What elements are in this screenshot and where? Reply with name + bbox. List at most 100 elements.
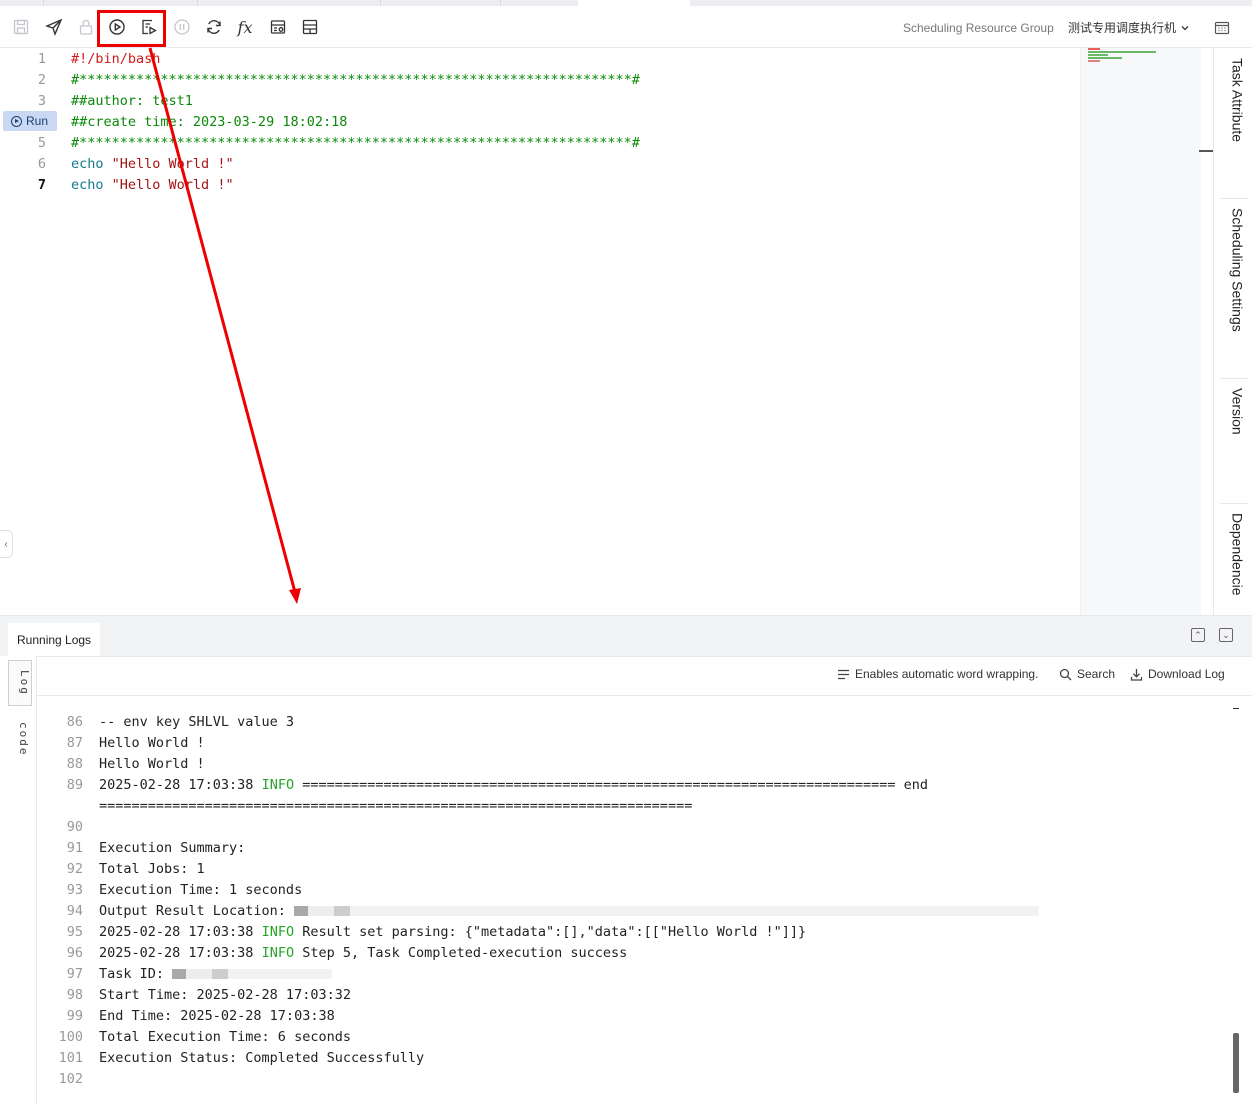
redacted-text [294,906,1040,916]
run-icon[interactable] [107,17,127,37]
code-line: ##author: test1 [71,93,193,109]
code-line: echo "Hello World !" [71,156,234,172]
download-icon [1130,668,1143,681]
log-line-number: 86 [66,714,83,730]
log-line: Execution Summary: [99,840,246,856]
word-wrap-toggle[interactable]: Enables automatic word wrapping. [837,667,1038,681]
tab-running-logs[interactable]: Running Logs [8,623,101,656]
log-line-number: 97 [66,966,83,982]
stop-icon[interactable] [172,17,192,37]
code-line: ##create time: 2023-03-29 18:02:18 [71,114,348,130]
log-message: Step 5, Task Completed-execution success [294,945,628,961]
log-line: 2025-02-28 17:03:38 INFO ===============… [99,777,928,793]
log-line: 2025-02-28 17:03:38 INFO Step 5, Task Co… [99,945,627,961]
download-log-button[interactable]: Download Log [1130,667,1225,681]
code-editor[interactable]: 1 2 3 5 6 7 Run #!/bin/bash #***********… [0,48,1080,615]
running-logs-panel: Running Logs ⌃ ⌄ Log code Enables automa… [0,615,1252,1105]
log-line: Hello World ! [99,756,205,772]
line-number: 6 [37,156,46,172]
tab-task-attribute[interactable]: Task Attribute [1214,58,1252,198]
refresh-icon[interactable] [204,17,224,37]
log-line: -- env key SHLVL value 3 [99,714,295,730]
resource-group-value: 测试专用调度执行机 [1068,21,1177,35]
log-line: End Time: 2025-02-28 17:03:38 [99,1008,335,1024]
run-label: Run [26,114,49,128]
resource-group-select[interactable]: 测试专用调度执行机 [1068,19,1190,36]
log-line-number: 101 [58,1050,83,1066]
table-icon[interactable] [300,17,320,37]
log-scrollbar-thumb[interactable] [1233,1033,1239,1093]
log-line: Output Result Location: [99,903,1040,919]
line-number-current: 7 [37,177,46,193]
log-line-number: 91 [66,840,83,856]
log-line-number: 100 [58,1029,83,1045]
log-line: Total Jobs: 1 [99,861,205,877]
function-icon[interactable]: fx [235,17,255,37]
editor-toolbar: fx Scheduling Resource Group 测试专用调度执行机 [0,6,1252,48]
code-keyword: echo [71,156,104,172]
tab-dependencies[interactable]: Dependencie [1214,513,1252,615]
log-level: INFO [261,777,295,793]
maximize-icon[interactable]: ⌃ [1191,628,1205,642]
wrap-icon [838,669,849,679]
search-label: Search [1077,667,1116,681]
submit-icon[interactable] [44,17,64,37]
chevron-down-icon [1181,25,1189,30]
line-number: 2 [37,72,46,88]
collapse-left-handle[interactable]: ‹ [0,530,13,558]
save-icon[interactable] [11,17,31,37]
right-side-panel: Task Attribute Scheduling Settings Versi… [1213,48,1252,615]
log-message: Output Result Location: [99,903,295,919]
lock-icon[interactable] [76,17,96,37]
log-content[interactable]: 86 -- env key SHLVL value 3 87 Hello Wor… [37,696,1237,1105]
log-line: Start Time: 2025-02-28 17:03:32 [99,987,351,1003]
run-with-params-icon[interactable] [139,17,159,37]
log-line-number: 94 [66,903,83,919]
log-line-number: 89 [66,777,83,793]
log-message: Task ID: [99,966,173,982]
run-line-button[interactable]: Run [3,111,57,131]
word-wrap-label: Enables automatic word wrapping. [855,667,1039,681]
log-line-number: 92 [66,861,83,877]
log-line: Execution Status: Completed Successfully [99,1050,425,1066]
code-line: #***************************************… [71,135,640,151]
log-line: 2025-02-28 17:03:38 INFO Result set pars… [99,924,806,940]
log-line-number: 87 [66,735,83,751]
resource-group-label: Scheduling Resource Group [903,21,1054,35]
format-icon[interactable] [268,17,288,37]
log-line: Hello World ! [99,735,205,751]
download-log-label: Download Log [1148,667,1225,681]
log-line-number: 90 [66,819,83,835]
log-timestamp: 2025-02-28 17:03:38 [99,924,262,940]
log-line-number: 96 [66,945,83,961]
search-icon [1059,668,1072,680]
log-line-number: 93 [66,882,83,898]
log-scrollbar[interactable] [1231,708,1241,1098]
code-line: #***************************************… [71,72,640,88]
log-line: Total Execution Time: 6 seconds [99,1029,351,1045]
editor-scroll-marker [1199,150,1213,152]
log-message: Result set parsing: {"metadata":[],"data… [294,924,807,940]
logs-side-tabs: Log code [0,656,37,1105]
log-line-wrap: ========================================… [99,798,693,814]
log-line: Task ID: [99,966,333,982]
tab-version[interactable]: Version [1214,388,1252,498]
search-button[interactable]: Search [1059,667,1115,681]
tab-scheduling-settings[interactable]: Scheduling Settings [1214,208,1252,378]
log-line-number: 99 [66,1008,83,1024]
tab-log[interactable]: Log [8,660,32,706]
line-number: 1 [37,51,46,67]
line-number: 5 [37,135,46,151]
log-timestamp: 2025-02-28 17:03:38 [99,777,262,793]
calendar-icon[interactable] [1214,20,1230,36]
log-level: INFO [261,924,295,940]
editor-minimap[interactable] [1080,48,1201,615]
tab-code[interactable]: code [8,714,30,764]
log-line-number: 95 [66,924,83,940]
log-line-number: 88 [66,756,83,772]
code-line: echo "Hello World !" [71,177,234,193]
log-level: INFO [261,945,295,961]
minimize-icon[interactable]: ⌄ [1219,628,1233,642]
log-toolbar: Enables automatic word wrapping. Search … [37,656,1252,696]
log-line: Execution Time: 1 seconds [99,882,303,898]
